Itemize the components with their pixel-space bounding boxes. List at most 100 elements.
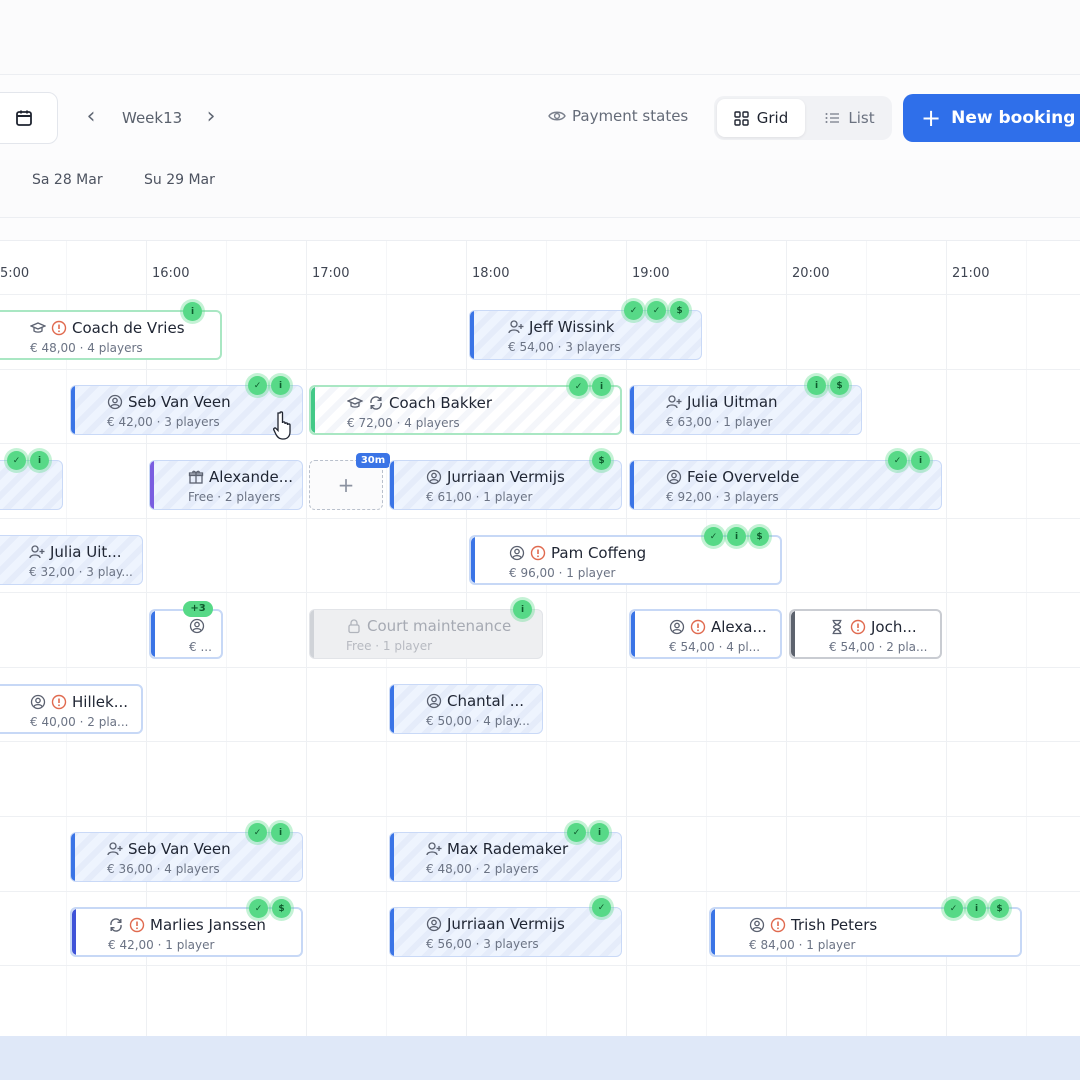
dollar-icon: $ — [272, 899, 291, 918]
status-badges: ✓ i — [888, 451, 930, 470]
status-badges: i — [513, 600, 532, 619]
booking-name: Julia Uit... — [50, 543, 122, 561]
booking-card[interactable]: Seb Van Veen € 42,00 · 3 players ✓ i — [70, 376, 303, 435]
booking-title: Marlies Janssen — [108, 916, 266, 934]
booking-card[interactable]: Trish Peters € 84,00 · 1 player ✓ i $ — [709, 899, 1022, 957]
booking-name: Feie Overvelde — [687, 468, 800, 486]
day-tab[interactable]: Sa 28 Mar — [32, 172, 103, 188]
eye-icon — [548, 111, 566, 121]
booking-card[interactable]: Julia Uitman € 63,00 · 1 player i $ — [629, 376, 862, 435]
info-icon: i — [807, 376, 826, 395]
previous-week-button[interactable]: ‹ — [80, 104, 102, 132]
booking-card[interactable]: Max Rademaker € 48,00 · 2 players ✓ i — [389, 823, 622, 882]
booking-card[interactable]: Jurriaan Vermijs € 56,00 · 3 players ✓ — [389, 898, 622, 957]
info-icon: i — [30, 451, 49, 470]
booking-title: Jurriaan Vermijs — [426, 915, 565, 933]
card-accent — [711, 909, 715, 955]
booking-card[interactable]: Coach Bakker € 72,00 · 4 players ✓ i — [309, 377, 622, 435]
booking-card[interactable]: Marlies Janssen € 42,00 · 1 player ✓ $ — [70, 899, 303, 957]
booking-card[interactable]: Hillek... € 40,00 · 2 pla... — [0, 684, 143, 734]
grid-view-button[interactable]: Grid — [717, 99, 805, 137]
info-icon: i — [592, 377, 611, 396]
booking-title: Coach Bakker — [347, 394, 492, 412]
booking-detail: € 72,00 · 4 players — [347, 416, 460, 430]
info-icon: i — [590, 823, 609, 842]
alert-icon — [850, 619, 866, 635]
alert-icon — [51, 694, 67, 710]
top-strip — [0, 0, 1080, 75]
check-icon: ✓ — [569, 377, 588, 396]
grid-line — [626, 241, 627, 1037]
booking-card[interactable]: Jurriaan Vermijs € 61,00 · 1 player $ — [389, 451, 622, 510]
grid-line — [0, 518, 1080, 519]
date-picker-button[interactable] — [0, 92, 58, 144]
booking-title: Hillek... — [30, 693, 128, 711]
booking-card[interactable]: Joch... € 54,00 · 2 pla... — [789, 609, 942, 659]
list-label: List — [848, 109, 875, 127]
booking-detail: € 42,00 · 3 players — [107, 415, 220, 429]
day-header: Sa 28 Mar Su 29 Mar — [0, 160, 1080, 218]
booking-card[interactable]: Alexande... Free · 2 players — [149, 460, 303, 510]
booking-name: Julia Uitman — [687, 393, 778, 411]
booking-detail: € 40,00 · 2 pla... — [30, 715, 129, 729]
calendar-icon — [16, 110, 32, 126]
booking-detail: € 61,00 · 1 player — [426, 490, 533, 504]
dollar-icon: $ — [990, 899, 1009, 918]
booking-card[interactable]: Jeff Wissink € 54,00 · 3 players ✓ ✓ $ — [469, 301, 702, 360]
card-accent — [390, 908, 394, 956]
booking-card[interactable]: ✓ i — [0, 451, 63, 510]
grid-line — [0, 741, 1080, 742]
time-label: 20:00 — [792, 266, 830, 281]
next-week-button[interactable]: › — [200, 104, 222, 132]
booking-detail: € 54,00 · 3 players — [508, 340, 621, 354]
user-circle-icon — [749, 917, 765, 933]
grid-line — [306, 241, 307, 1037]
new-booking-button[interactable]: + New booking — [903, 94, 1080, 142]
time-label: 19:00 — [632, 266, 670, 281]
user-circle-icon — [426, 469, 442, 485]
booking-detail: € 92,00 · 3 players — [666, 490, 779, 504]
booking-card[interactable]: Coach de Vries € 48,00 · 4 players i — [0, 302, 222, 360]
status-badges: ✓ i — [569, 377, 611, 396]
booking-card[interactable]: Feie Overvelde € 92,00 · 3 players ✓ i — [629, 451, 942, 510]
user-circle-icon — [189, 618, 205, 634]
booking-card[interactable]: Seb Van Veen € 36,00 · 4 players ✓ i — [70, 823, 303, 882]
grid-line — [0, 294, 1080, 295]
booking-card[interactable]: € ... — [149, 609, 223, 659]
dollar-icon: $ — [670, 301, 689, 320]
grid-line — [0, 891, 1080, 892]
booking-detail: € 48,00 · 4 players — [30, 341, 143, 355]
booking-name: Jurriaan Vermijs — [447, 468, 565, 486]
booking-name: Chantal ... — [447, 692, 524, 710]
grid-label: Grid — [756, 109, 789, 127]
status-badges: ✓ i — [7, 451, 49, 470]
plus-icon: + — [337, 473, 355, 497]
booking-card[interactable]: Chantal ... € 50,00 · 4 play... — [389, 684, 543, 734]
booking-card[interactable]: Pam Coffeng € 96,00 · 1 player ✓ i $ — [469, 527, 782, 585]
more-bookings-badge[interactable]: +3 — [183, 601, 213, 617]
check-icon: ✓ — [248, 376, 267, 395]
grid-line — [66, 241, 67, 1037]
user-circle-icon — [669, 619, 685, 635]
booking-card[interactable]: Julia Uit... € 32,00 · 3 play... — [0, 535, 143, 585]
time-label: 18:00 — [472, 266, 510, 281]
day-tab[interactable]: Su 29 Mar — [144, 172, 215, 188]
card-accent — [71, 833, 75, 881]
alert-icon — [51, 320, 67, 336]
booking-card[interactable]: Court maintenance Free · 1 player i — [309, 600, 543, 659]
booking-card[interactable]: Alexa... € 54,00 · 4 pl... — [629, 609, 782, 659]
booking-title: Max Rademaker — [426, 840, 568, 858]
grid-line — [0, 592, 1080, 593]
list-view-button[interactable]: List — [810, 99, 890, 137]
booking-name: Hillek... — [72, 693, 129, 711]
card-accent — [72, 909, 76, 955]
status-badges: ✓ — [592, 898, 611, 917]
payment-states-button[interactable]: Payment states — [548, 107, 688, 125]
card-accent — [390, 685, 394, 733]
repeat-icon — [110, 918, 122, 932]
alert-icon — [530, 545, 546, 561]
booking-detail: € 84,00 · 1 player — [749, 938, 856, 952]
booking-name: Pam Coffeng — [551, 544, 647, 562]
status-badges: ✓ i — [248, 823, 290, 842]
status-badges: ✓ $ — [249, 899, 291, 918]
